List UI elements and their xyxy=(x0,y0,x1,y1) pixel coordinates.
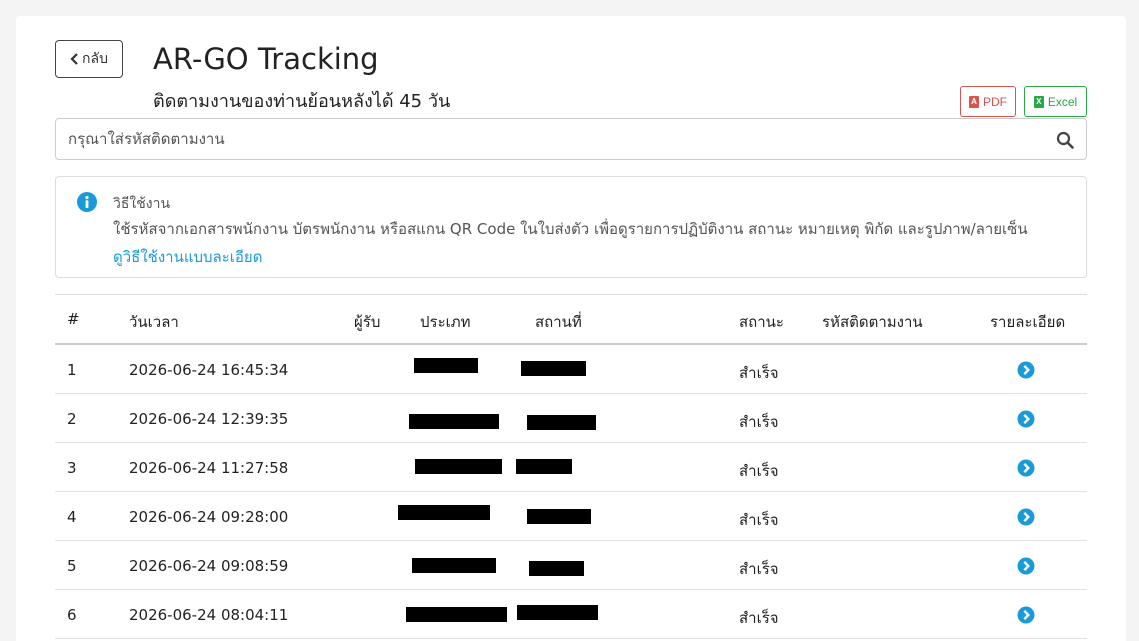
cell-status: สำเร็จ xyxy=(739,560,779,578)
export-excel-button[interactable]: X Excel xyxy=(1024,86,1087,117)
col-header-location: สถานที่ xyxy=(535,313,582,331)
back-label: กลับ xyxy=(82,50,108,66)
col-header-tracking-code: รหัสติดตามงาน xyxy=(822,313,923,331)
chevron-circle-right-icon[interactable] xyxy=(1017,508,1035,526)
chevron-circle-right-icon[interactable] xyxy=(1017,606,1035,624)
table-row: 2 2026-06-24 12:39:35 สำเร็จ xyxy=(55,394,1087,443)
col-header-type: ประเภท xyxy=(420,313,471,331)
cell-datetime: 2026-06-24 08:04:11 xyxy=(129,606,289,624)
redacted-type xyxy=(414,358,478,373)
col-header-details: รายละเอียด xyxy=(990,313,1066,331)
redacted-location xyxy=(529,561,584,576)
table-row: 5 2026-06-24 09:08:59 สำเร็จ xyxy=(55,541,1087,590)
back-button[interactable]: กลับ xyxy=(55,40,123,78)
cell-number: 4 xyxy=(67,508,77,526)
cell-number: 2 xyxy=(67,410,77,428)
redacted-type xyxy=(406,607,507,622)
cell-status: สำเร็จ xyxy=(739,609,779,627)
col-header-status: สถานะ xyxy=(739,313,784,331)
redacted-location xyxy=(521,361,586,376)
chevron-circle-right-icon[interactable] xyxy=(1017,361,1035,379)
file-excel-icon: X xyxy=(1033,95,1044,108)
table-row: 4 2026-06-24 09:28:00 สำเร็จ xyxy=(55,492,1087,541)
file-pdf-icon: A xyxy=(969,95,979,108)
search-input[interactable] xyxy=(56,119,1086,159)
chevron-circle-right-icon[interactable] xyxy=(1017,410,1035,428)
pdf-label: PDF xyxy=(983,94,1007,109)
col-header-number: # xyxy=(67,310,80,328)
table-row: 3 2026-06-24 11:27:58 สำเร็จ xyxy=(55,443,1087,492)
help-panel: วิธีใช้งาน ใช้รหัสจากเอกสารพนักงาน บัตรพ… xyxy=(55,176,1087,278)
chevron-circle-right-icon[interactable] xyxy=(1017,557,1035,575)
col-header-datetime: วันเวลา xyxy=(129,313,179,331)
redacted-type xyxy=(415,459,502,474)
page-title: AR-GO Tracking xyxy=(153,42,379,76)
table-top-divider xyxy=(55,294,1087,295)
info-icon xyxy=(77,192,97,212)
cell-status: สำเร็จ xyxy=(739,462,779,480)
cell-datetime: 2026-06-24 12:39:35 xyxy=(129,410,289,428)
redacted-type xyxy=(409,414,499,429)
redacted-location xyxy=(527,415,596,430)
redacted-type xyxy=(412,558,496,573)
chevron-left-icon xyxy=(70,53,78,65)
cell-datetime: 2026-06-24 16:45:34 xyxy=(129,361,289,379)
cell-datetime: 2026-06-24 11:27:58 xyxy=(129,459,289,477)
table-row: 6 2026-06-24 08:04:11 สำเร็จ xyxy=(55,590,1087,639)
redacted-location xyxy=(516,459,572,474)
redacted-location xyxy=(517,605,598,620)
cell-datetime: 2026-06-24 09:08:59 xyxy=(129,557,289,575)
cell-number: 6 xyxy=(67,606,77,624)
redacted-type xyxy=(398,505,490,520)
cell-status: สำเร็จ xyxy=(739,413,779,431)
help-description: ใช้รหัสจากเอกสารพนักงาน บัตรพนักงาน หรือ… xyxy=(113,220,1028,238)
excel-label: Excel xyxy=(1047,94,1078,109)
search-icon[interactable] xyxy=(1056,131,1074,149)
tracking-card: กลับ AR-GO Tracking ติดตามงานของท่านย้อน… xyxy=(16,16,1126,641)
help-detail-link[interactable]: ดูวิธีใช้งานแบบละเอียด xyxy=(113,245,262,269)
page-subtitle: ติดตามงานของท่านย้อนหลังได้ 45 วัน xyxy=(153,91,451,112)
col-header-receiver: ผู้รับ xyxy=(354,313,381,331)
cell-status: สำเร็จ xyxy=(739,511,779,529)
chevron-circle-right-icon[interactable] xyxy=(1017,459,1035,477)
search-box xyxy=(55,118,1087,160)
export-pdf-button[interactable]: A PDF xyxy=(960,86,1016,117)
cell-number: 5 xyxy=(67,557,77,575)
cell-status: สำเร็จ xyxy=(739,364,779,382)
help-title: วิธีใช้งาน xyxy=(113,196,171,212)
cell-number: 1 xyxy=(67,361,77,379)
cell-number: 3 xyxy=(67,459,77,477)
table-row: 1 2026-06-24 16:45:34 สำเร็จ xyxy=(55,345,1087,394)
cell-datetime: 2026-06-24 09:28:00 xyxy=(129,508,289,526)
redacted-location xyxy=(527,509,591,524)
